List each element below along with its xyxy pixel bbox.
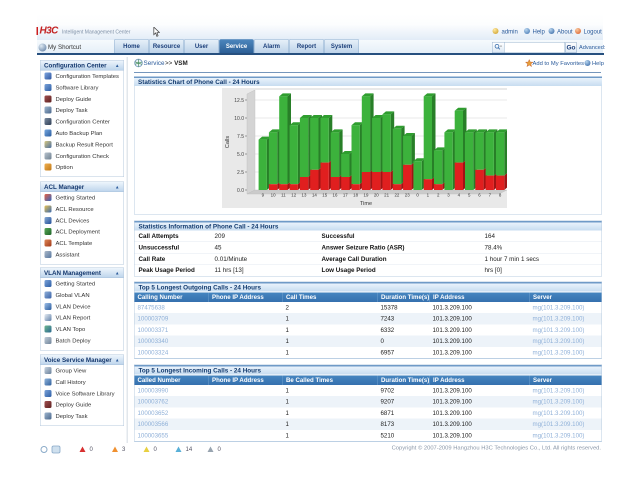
svg-text:20: 20 <box>374 193 379 198</box>
svg-text:14: 14 <box>312 193 317 198</box>
svg-text:19: 19 <box>364 193 369 198</box>
svg-text:17: 17 <box>343 193 348 198</box>
svg-text:Calls: Calls <box>225 136 231 148</box>
svg-text:10.0: 10.0 <box>234 116 244 122</box>
svg-text:18: 18 <box>353 193 358 198</box>
svg-text:12.5: 12.5 <box>234 98 244 104</box>
svg-text:2.5: 2.5 <box>237 170 244 176</box>
svg-text:13: 13 <box>302 193 307 198</box>
svg-text:12: 12 <box>291 193 296 198</box>
svg-text:10: 10 <box>271 193 276 198</box>
svg-text:21: 21 <box>384 193 389 198</box>
svg-text:22: 22 <box>394 193 399 198</box>
svg-text:11: 11 <box>281 193 286 198</box>
svg-text:5.0: 5.0 <box>237 152 244 158</box>
svg-text:16: 16 <box>333 193 338 198</box>
svg-text:15: 15 <box>322 193 327 198</box>
svg-text:7.5: 7.5 <box>237 134 244 140</box>
svg-text:23: 23 <box>405 193 410 198</box>
svg-text:0.0: 0.0 <box>237 188 244 194</box>
svg-text:Time: Time <box>360 201 372 207</box>
